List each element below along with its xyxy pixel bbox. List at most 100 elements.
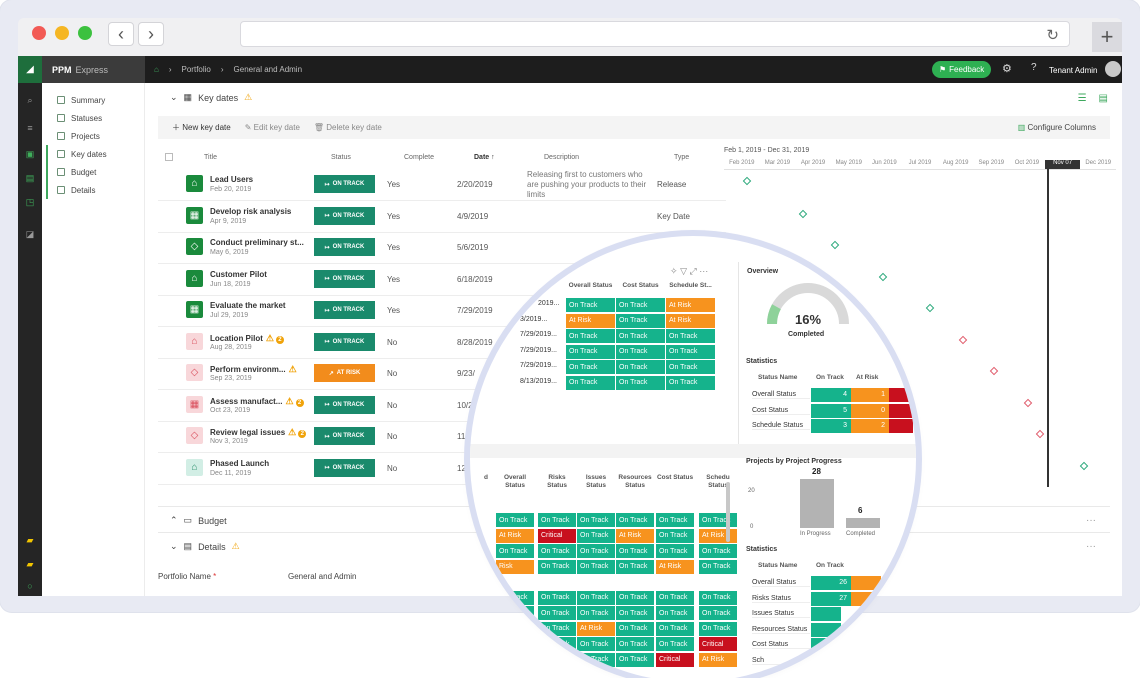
portfolio-name-value[interactable]: General and Admin xyxy=(288,572,357,581)
row-title[interactable]: Location Pilot ⚠ 2 xyxy=(210,333,284,344)
maximize-window-icon[interactable] xyxy=(78,26,92,40)
status-badge: ↦ ON TRACK xyxy=(314,175,375,193)
portfolio-icon[interactable]: ▣ xyxy=(24,149,36,159)
avatar[interactable] xyxy=(1105,61,1121,77)
milestone-diamond[interactable] xyxy=(742,176,752,186)
table-header[interactable]: Resources Status xyxy=(616,474,654,490)
row-title[interactable]: Lead Users xyxy=(210,175,253,184)
feedback-icon[interactable]: ▰ xyxy=(24,559,36,569)
minimize-window-icon[interactable] xyxy=(55,26,69,40)
table-row[interactable]: ⌂ Lead Users Feb 20, 2019 ↦ ON TRACK Yes 2/20/… xyxy=(158,170,726,201)
sidenav-item-summary[interactable]: Summary xyxy=(46,91,141,109)
sidenav-item-budget[interactable]: Budget xyxy=(46,163,141,181)
status-cell: On Track xyxy=(616,559,654,574)
scrollbar[interactable] xyxy=(726,482,730,542)
progress-bar[interactable] xyxy=(800,479,834,528)
status-cell: On Track xyxy=(616,621,654,636)
col-type[interactable]: Type xyxy=(674,154,689,161)
timeline-view-icon[interactable]: ▤ xyxy=(1099,93,1108,104)
col-complete[interactable]: Complete xyxy=(404,154,434,161)
table-header[interactable]: d xyxy=(478,474,494,482)
expand-icon[interactable]: ⤢ xyxy=(690,266,697,276)
resources-icon[interactable]: ◳ xyxy=(24,197,36,207)
feedback-button[interactable]: ⚑ Feedback xyxy=(932,61,992,78)
milestone-diamond[interactable] xyxy=(958,335,968,345)
menu-icon[interactable]: ≡ xyxy=(24,123,36,133)
new-tab-button[interactable]: + xyxy=(1092,22,1122,52)
chat-icon[interactable]: ▰ xyxy=(24,535,36,545)
app-logo-icon[interactable]: ◢ xyxy=(18,56,42,83)
more-icon[interactable]: ··· xyxy=(1086,541,1096,552)
reports-icon[interactable]: ◪ xyxy=(24,229,36,239)
status-cell: At Risk xyxy=(699,528,737,543)
status-cell: On Track xyxy=(616,652,654,667)
sidenav-label: Key dates xyxy=(71,149,107,159)
row-date: 2019... xyxy=(538,300,560,307)
brand[interactable]: PPM Express xyxy=(42,56,145,83)
key-dates-header[interactable]: ⌄ ▦ Key dates ⚠ xyxy=(170,92,252,103)
row-title[interactable]: Perform environm... ⚠ xyxy=(210,364,297,375)
sidenav-item-details[interactable]: Details xyxy=(46,181,141,199)
back-button[interactable]: ‹ xyxy=(108,22,134,46)
more-icon[interactable]: ··· xyxy=(1086,515,1096,526)
table-header[interactable]: Issues Status xyxy=(577,474,615,490)
more-icon[interactable]: ··· xyxy=(699,266,708,276)
row-title[interactable]: Develop risk analysis xyxy=(210,207,291,216)
edit-key-date-button[interactable]: ✎ Edit key date xyxy=(245,123,300,132)
row-title[interactable]: Assess manufact... ⚠ 2 xyxy=(210,396,304,407)
sidenav-item-key-dates[interactable]: Key dates xyxy=(46,145,141,163)
row-title[interactable]: Review legal issues ⚠ 2 xyxy=(210,427,307,438)
row-title[interactable]: Evaluate the market xyxy=(210,301,286,310)
row-title[interactable]: Customer Pilot xyxy=(210,270,267,279)
select-all-checkbox[interactable] xyxy=(165,153,173,161)
milestone-diamond[interactable] xyxy=(1023,398,1033,408)
gear-icon[interactable]: ⚙ xyxy=(1002,62,1012,75)
chevron-down-icon[interactable]: ⌄ xyxy=(170,92,178,103)
progress-bar[interactable] xyxy=(846,517,880,528)
milestone-diamond[interactable] xyxy=(798,209,808,219)
configure-columns-button[interactable]: ▥ Configure Columns xyxy=(1018,123,1096,132)
milestone-diamond[interactable] xyxy=(989,366,999,376)
table-header[interactable]: Overall Status xyxy=(496,474,534,490)
table-header[interactable]: Cost Status xyxy=(616,282,665,290)
home-icon[interactable]: ⌂ xyxy=(154,65,159,74)
help-icon[interactable]: ? xyxy=(1031,62,1037,73)
milestone-diamond[interactable] xyxy=(1079,461,1089,471)
table-header[interactable]: Schedule St... xyxy=(666,282,715,290)
new-key-date-button[interactable]: ＋ New key date xyxy=(172,122,231,133)
col-date[interactable]: Date ↑ xyxy=(474,154,495,161)
breadcrumb-portfolio[interactable]: Portfolio xyxy=(182,65,211,74)
delete-key-date-button[interactable]: 🗑 Delete key date xyxy=(314,123,382,132)
reload-icon[interactable]: ↻ xyxy=(1046,26,1059,44)
table-header[interactable]: Overall Status xyxy=(566,282,615,290)
milestone-diamond[interactable] xyxy=(925,303,935,313)
projects-icon[interactable]: ▤ xyxy=(24,173,36,183)
pin-icon[interactable]: ✧ xyxy=(670,266,678,276)
table-header[interactable]: Risks Status xyxy=(538,474,576,490)
col-title[interactable]: Title xyxy=(204,154,217,161)
search-icon[interactable]: ⌕ xyxy=(24,95,36,105)
list-view-icon[interactable]: ☰ xyxy=(1078,93,1087,104)
col-description[interactable]: Description xyxy=(544,154,579,161)
row-title[interactable]: Conduct preliminary st... xyxy=(210,238,304,247)
user-name[interactable]: Tenant Admin xyxy=(1049,66,1097,75)
status-label: ON TRACK xyxy=(332,307,365,313)
milestone-diamond[interactable] xyxy=(1035,429,1045,439)
forward-button[interactable]: › xyxy=(138,22,164,46)
at-risk-cell xyxy=(851,591,881,606)
chevron-up-icon[interactable]: ⌃ xyxy=(170,515,178,526)
chevron-down-icon[interactable]: ⌄ xyxy=(170,541,178,552)
table-header[interactable]: Cost Status xyxy=(656,474,694,482)
col-status[interactable]: Status xyxy=(331,154,351,161)
filter-icon[interactable]: ▽ xyxy=(680,266,687,276)
details-header[interactable]: ⌄ ▤ Details ⚠ xyxy=(170,541,240,552)
row-title[interactable]: Phased Launch xyxy=(210,459,269,468)
sidenav-item-projects[interactable]: Projects xyxy=(46,127,141,145)
help-circle-icon[interactable]: ○ xyxy=(24,581,36,591)
close-window-icon[interactable] xyxy=(32,26,46,40)
sidenav-item-statuses[interactable]: Statuses xyxy=(46,109,141,127)
address-bar[interactable]: ↻ xyxy=(240,21,1070,47)
budget-header[interactable]: ⌃ ▭ Budget xyxy=(170,515,227,526)
table-header[interactable]: Schedu Status xyxy=(699,474,737,490)
table-row[interactable]: ▦ Develop risk analysis Apr 9, 2019 ↦ ON TRA… xyxy=(158,202,726,233)
